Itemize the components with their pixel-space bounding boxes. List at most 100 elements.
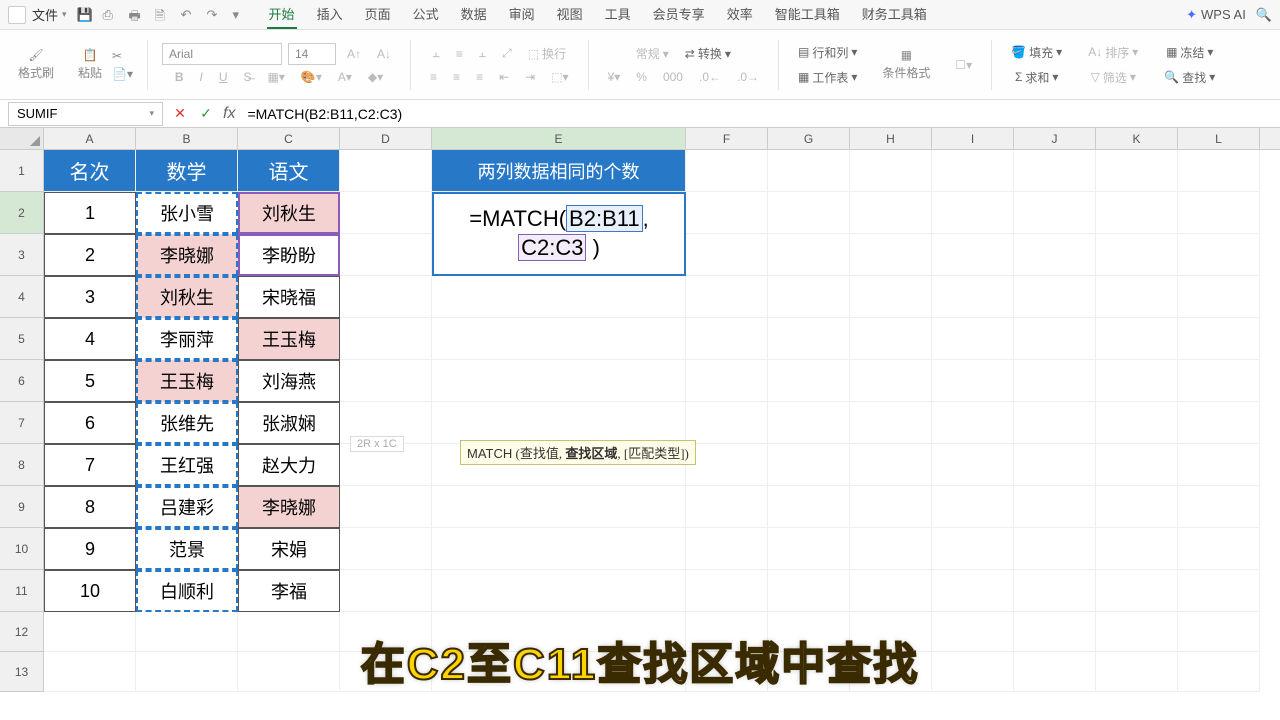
cell[interactable] bbox=[340, 234, 432, 276]
cell[interactable] bbox=[1014, 276, 1096, 318]
cell[interactable] bbox=[768, 360, 850, 402]
export-icon[interactable]: ⎙ bbox=[103, 7, 119, 23]
highlight-icon[interactable]: ◆▾ bbox=[363, 67, 388, 87]
cell[interactable] bbox=[1178, 318, 1260, 360]
cell[interactable] bbox=[932, 276, 1014, 318]
cell[interactable] bbox=[1096, 192, 1178, 234]
ribbon-tab[interactable]: 插入 bbox=[315, 0, 345, 29]
currency-icon[interactable]: ¥▾ bbox=[603, 67, 626, 87]
col-header[interactable]: K bbox=[1096, 128, 1178, 149]
cell[interactable] bbox=[1014, 402, 1096, 444]
col-header[interactable]: J bbox=[1014, 128, 1096, 149]
cell[interactable]: 2 bbox=[44, 234, 136, 276]
cell[interactable] bbox=[932, 652, 1014, 692]
cell[interactable] bbox=[932, 150, 1014, 192]
increase-font-icon[interactable]: A↑ bbox=[342, 43, 366, 65]
cell[interactable] bbox=[1014, 150, 1096, 192]
cell[interactable] bbox=[850, 444, 932, 486]
ribbon-tab[interactable]: 审阅 bbox=[507, 0, 537, 29]
cell[interactable] bbox=[340, 276, 432, 318]
cell[interactable] bbox=[238, 612, 340, 652]
cell[interactable]: 王红强 bbox=[136, 444, 238, 486]
cell[interactable] bbox=[768, 318, 850, 360]
sum-button[interactable]: Σ 求和▾ bbox=[1010, 66, 1063, 89]
ribbon-tab[interactable]: 开始 bbox=[267, 0, 297, 29]
cell[interactable] bbox=[768, 150, 850, 192]
undo-icon[interactable]: ↶ bbox=[181, 7, 197, 23]
decrease-font-icon[interactable]: A↓ bbox=[372, 43, 396, 65]
comma-icon[interactable]: 000 bbox=[658, 67, 688, 87]
row-header[interactable]: 5 bbox=[0, 318, 44, 360]
cell[interactable]: 李晓娜 bbox=[136, 234, 238, 276]
cell[interactable] bbox=[432, 528, 686, 570]
cell[interactable] bbox=[238, 652, 340, 692]
cell[interactable] bbox=[768, 570, 850, 612]
indent-inc-icon[interactable]: ⇥ bbox=[520, 67, 540, 87]
cell[interactable] bbox=[768, 486, 850, 528]
cell[interactable] bbox=[932, 360, 1014, 402]
format-painter-button[interactable]: 🖌格式刷 bbox=[14, 44, 58, 85]
cell[interactable] bbox=[686, 192, 768, 234]
row-header[interactable]: 4 bbox=[0, 276, 44, 318]
orientation-icon[interactable]: ⤢ bbox=[497, 43, 517, 64]
formula-cell[interactable]: =MATCH(B2:B11, C2:C3 ) bbox=[432, 192, 686, 276]
cell[interactable]: 赵大力 bbox=[238, 444, 340, 486]
cell[interactable] bbox=[850, 150, 932, 192]
cell[interactable] bbox=[1096, 402, 1178, 444]
search-icon[interactable]: 🔍 bbox=[1256, 7, 1272, 23]
cell[interactable] bbox=[1178, 528, 1260, 570]
copy-icon[interactable]: 📄▾ bbox=[112, 67, 133, 81]
cell[interactable] bbox=[1014, 528, 1096, 570]
cell[interactable]: 9 bbox=[44, 528, 136, 570]
cell[interactable] bbox=[1096, 234, 1178, 276]
cell[interactable] bbox=[850, 234, 932, 276]
cell[interactable] bbox=[686, 570, 768, 612]
cell[interactable] bbox=[932, 192, 1014, 234]
cell[interactable] bbox=[1178, 570, 1260, 612]
cell[interactable] bbox=[432, 486, 686, 528]
col-header[interactable]: D bbox=[340, 128, 432, 149]
cell[interactable] bbox=[1178, 276, 1260, 318]
cell[interactable] bbox=[1096, 652, 1178, 692]
bold-icon[interactable]: B bbox=[170, 67, 189, 87]
wrap-button[interactable]: ⬚ 换行 bbox=[523, 42, 571, 65]
preview-icon[interactable]: 🗎 bbox=[155, 7, 171, 23]
cell[interactable] bbox=[932, 486, 1014, 528]
cell[interactable]: 张小雪 bbox=[136, 192, 238, 234]
cell[interactable] bbox=[686, 150, 768, 192]
cell[interactable] bbox=[850, 570, 932, 612]
cell[interactable] bbox=[932, 444, 1014, 486]
col-header[interactable]: I bbox=[932, 128, 1014, 149]
cell[interactable] bbox=[1096, 486, 1178, 528]
cell[interactable] bbox=[1014, 318, 1096, 360]
cell[interactable] bbox=[1178, 234, 1260, 276]
cell[interactable] bbox=[686, 444, 768, 486]
select-all-corner[interactable] bbox=[0, 128, 44, 149]
cell[interactable] bbox=[932, 612, 1014, 652]
fx-icon[interactable]: fx bbox=[223, 105, 235, 123]
cell[interactable]: 白顺利 bbox=[136, 570, 238, 612]
cell[interactable] bbox=[136, 652, 238, 692]
row-header[interactable]: 6 bbox=[0, 360, 44, 402]
col-header[interactable]: C bbox=[238, 128, 340, 149]
align-top-icon[interactable]: ⫠ bbox=[428, 43, 445, 64]
underline-icon[interactable]: U bbox=[214, 67, 233, 87]
cell[interactable] bbox=[432, 402, 686, 444]
col-header[interactable]: G bbox=[768, 128, 850, 149]
cell[interactable] bbox=[1096, 360, 1178, 402]
cell[interactable] bbox=[1014, 612, 1096, 652]
freeze-button[interactable]: ▦ 冻结▾ bbox=[1161, 41, 1218, 64]
cell[interactable]: 8 bbox=[44, 486, 136, 528]
cell[interactable] bbox=[1096, 444, 1178, 486]
number-format-select[interactable]: 常规 ▾ bbox=[631, 42, 674, 65]
col-header[interactable]: A bbox=[44, 128, 136, 149]
col-header[interactable]: F bbox=[686, 128, 768, 149]
ribbon-tab[interactable]: 视图 bbox=[555, 0, 585, 29]
cell[interactable]: 李晓娜 bbox=[238, 486, 340, 528]
cell[interactable] bbox=[1014, 570, 1096, 612]
cell[interactable] bbox=[686, 528, 768, 570]
row-header[interactable]: 8 bbox=[0, 444, 44, 486]
ribbon-tab[interactable]: 财务工具箱 bbox=[860, 0, 929, 29]
col-header[interactable]: E bbox=[432, 128, 686, 149]
ribbon-tab[interactable]: 智能工具箱 bbox=[773, 0, 842, 29]
